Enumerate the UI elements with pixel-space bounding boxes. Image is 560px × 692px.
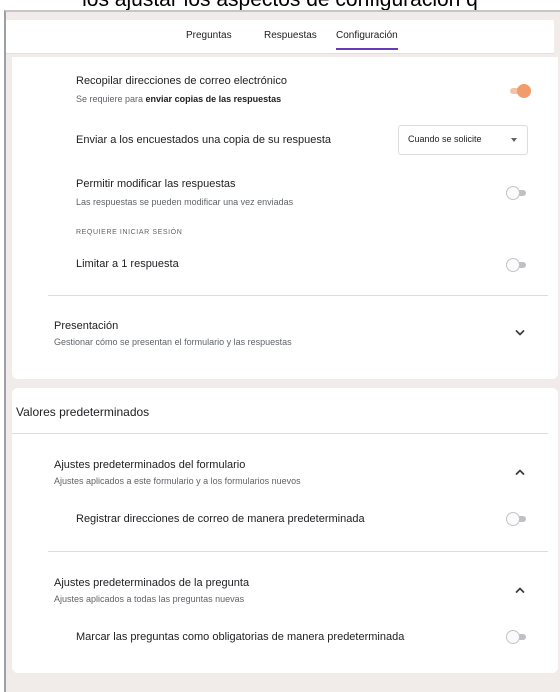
tab-configuracion[interactable]: Configuración <box>336 30 398 50</box>
limit-one-toggle[interactable] <box>506 258 530 272</box>
send-copy-label: Enviar a los encuestados una copia de su… <box>76 134 331 146</box>
form-defaults-sub: Ajustes aplicados a este formulario y a … <box>54 476 301 486</box>
send-copy-select[interactable]: Cuando se solicite <box>398 125 528 155</box>
tab-preguntas[interactable]: Preguntas <box>186 30 232 41</box>
chevron-up-icon[interactable] <box>513 465 527 479</box>
requires-sign-in-overline: REQUIERE INICIAR SESIÓN <box>76 229 183 236</box>
chevron-down-icon[interactable] <box>513 326 527 340</box>
collect-email-toggle[interactable] <box>506 84 531 98</box>
defaults-card: Valores predeterminados Ajustes predeter… <box>12 388 558 673</box>
question-defaults-sub: Ajustes aplicados a todas las preguntas … <box>54 594 245 604</box>
limit-one-label: Limitar a 1 respuesta <box>76 258 179 270</box>
collect-email-label: Recopilar direcciones de correo electrón… <box>76 75 287 87</box>
allow-edit-sub: Las respuestas se pueden modificar una v… <box>76 197 294 207</box>
allow-edit-toggle[interactable] <box>506 186 530 200</box>
section-divider <box>48 551 548 552</box>
required-default-toggle[interactable] <box>506 630 530 644</box>
toggle-thumb <box>517 84 531 98</box>
email-default-label: Registrar direcciones de correo de maner… <box>76 513 365 525</box>
defaults-heading: Valores predeterminados <box>16 405 150 419</box>
question-defaults-title: Ajustes predeterminados de la pregunta <box>54 577 250 589</box>
section-divider <box>48 295 548 296</box>
required-default-label: Marcar las preguntas como obligatorias d… <box>76 631 405 643</box>
tab-bar: Preguntas Respuestas Configuración <box>6 20 554 54</box>
chevron-up-icon[interactable] <box>513 583 527 597</box>
dropdown-arrow-icon <box>511 138 517 142</box>
collect-email-sub: Se requiere para enviar copias de las re… <box>76 94 282 104</box>
toggle-thumb <box>506 512 520 526</box>
tab-respuestas[interactable]: Respuestas <box>264 30 317 41</box>
heading-divider <box>12 433 548 434</box>
toggle-thumb <box>506 258 520 272</box>
toggle-thumb <box>506 186 520 200</box>
responses-settings-card: Recopilar direcciones de correo electrón… <box>12 57 558 379</box>
settings-window: Preguntas Respuestas Configuración Recop… <box>4 10 560 692</box>
toggle-thumb <box>506 630 520 644</box>
email-default-toggle[interactable] <box>506 512 530 526</box>
presentation-sub: Gestionar cómo se presentan el formulari… <box>54 337 292 347</box>
form-defaults-title: Ajustes predeterminados del formulario <box>54 459 246 471</box>
presentation-title: Presentación <box>54 320 119 332</box>
send-copy-selected-value: Cuando se solicite <box>408 134 482 144</box>
allow-edit-label: Permitir modificar las respuestas <box>76 178 236 190</box>
